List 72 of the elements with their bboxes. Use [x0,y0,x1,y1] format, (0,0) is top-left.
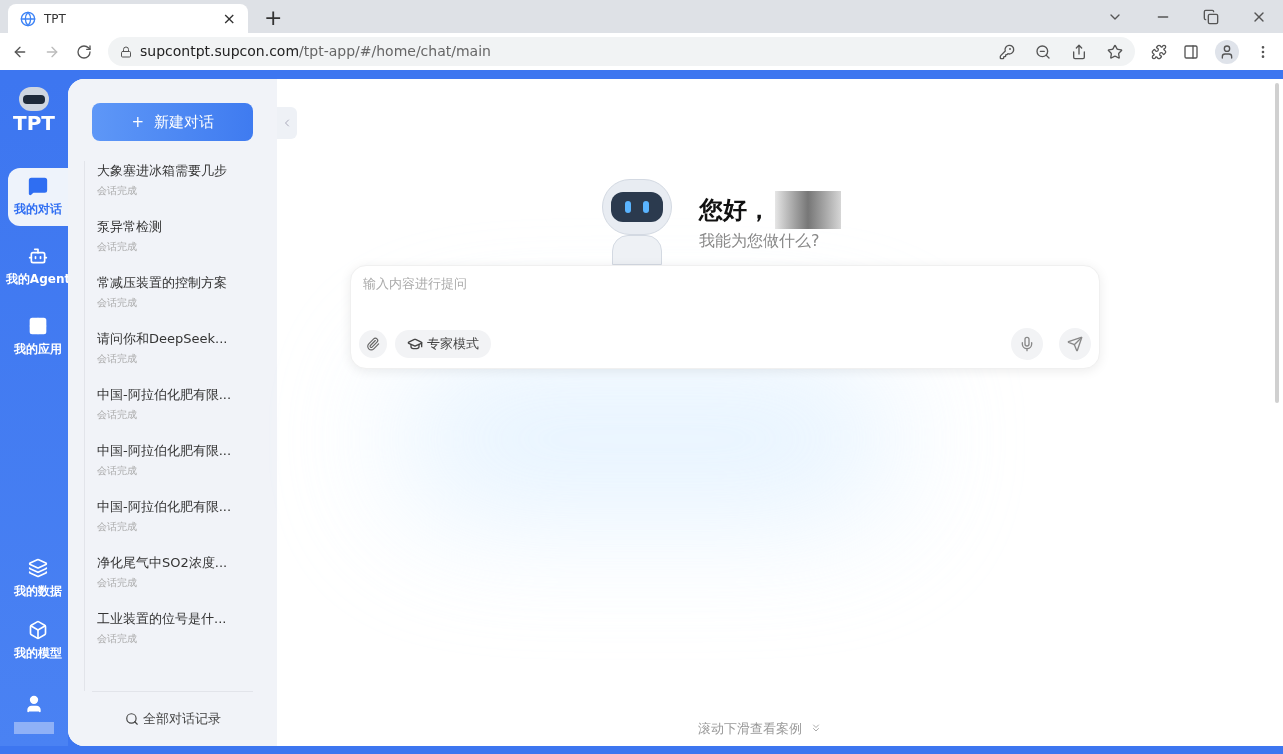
share-icon[interactable] [1071,43,1087,60]
conversation-item[interactable]: 中国-阿拉伯化肥有限... 会话完成 [97,385,277,441]
url-text: supcontpt.supcon.com/tpt-app/#/home/chat/main [140,42,492,61]
conversation-item[interactable]: 请问你和DeepSeek... 会话完成 [97,329,277,385]
nav-item[interactable]: 我的模型 [8,612,68,670]
nav-item[interactable]: 我的对话 [8,168,68,226]
microphone-button[interactable] [1011,328,1043,360]
chat-icon [28,176,48,196]
all-history-link[interactable]: 全部对话记录 [68,692,277,746]
side-panel-icon[interactable] [1183,43,1199,60]
address-bar[interactable]: supcontpt.supcon.com/tpt-app/#/home/chat/main [108,37,1135,66]
conversation-title: 中国-阿拉伯化肥有限... [97,386,233,404]
zoom-out-icon[interactable] [1035,43,1051,60]
conversation-title: 请问你和DeepSeek... [97,330,229,348]
conversation-title: 净化尾气中SO2浓度... [97,554,229,572]
new-tab-button[interactable]: + [264,7,283,29]
conversation-item[interactable]: 泵异常检测 会话完成 [97,217,277,273]
nav-item[interactable]: 我的应用 [8,308,68,366]
conversation-item[interactable]: 净化尾气中SO2浓度... 会话完成 [97,553,277,609]
browser-tab[interactable]: TPT × [8,4,248,33]
conversation-item[interactable]: 工业装置的位号是什... 会话完成 [97,609,277,665]
key-icon[interactable] [999,43,1015,60]
lock-icon [120,45,132,58]
reload-icon[interactable] [76,43,92,60]
conversation-item[interactable]: 中国-阿拉伯化肥有限... 会话完成 [97,441,277,497]
logo-text: TPT [13,111,55,136]
blurred-username [775,191,841,229]
paperclip-icon [366,337,380,351]
conversation-status: 会话完成 [97,295,138,310]
expert-mode-button[interactable]: 专家模式 [395,330,491,358]
greeting-title: 您好， [699,195,771,226]
conversation-status: 会话完成 [97,183,138,198]
conversation-item[interactable]: 大象塞进冰箱需要几步 会话完成 [97,161,277,217]
conversation-status: 会话完成 [97,407,138,422]
conversation-item[interactable]: 中国-阿拉伯化肥有限... 会话完成 [97,497,277,553]
greeting-subtitle: 我能为您做什么? [699,230,821,252]
tab-title: TPT [44,10,67,28]
question-input[interactable]: 输入内容进行提问 [359,274,1091,294]
send-icon [1067,336,1083,352]
blurred-name [14,722,54,734]
nav-item[interactable]: 我的数据 [8,550,68,608]
conversation-title: 工业装置的位号是什... [97,610,228,628]
user-icon [24,694,44,714]
microphone-icon [1019,336,1035,352]
conversation-item[interactable]: 常减压装置的控制方案 会话完成 [97,273,277,329]
tab-close[interactable]: × [222,6,236,31]
conversation-title: 中国-阿拉伯化肥有限... [97,498,233,516]
conversation-status: 会话完成 [97,239,138,254]
scroll-hint: 滚动下滑查看案例 [698,719,802,738]
conversation-status: 会话完成 [97,575,138,590]
conversation-status: 会话完成 [97,631,138,646]
conversation-status: 会话完成 [97,351,138,366]
attach-button[interactable] [359,330,387,358]
restore-icon[interactable] [1203,8,1219,25]
robot-icon [28,246,48,266]
robot-logo-icon [19,87,49,111]
conversation-status: 会话完成 [97,519,138,534]
profile-avatar[interactable] [1215,39,1239,64]
cube-icon [28,620,48,640]
conversation-status: 会话完成 [97,463,138,478]
search-icon [124,712,139,726]
conversation-title: 中国-阿拉伯化肥有限... [97,442,233,460]
conversation-title: 常减压装置的控制方案 [97,274,228,292]
nav-item[interactable]: 我的Agent [8,238,68,296]
star-icon[interactable] [1107,43,1123,60]
send-button[interactable] [1059,328,1091,360]
layers-icon [28,558,48,578]
site-icon [20,10,36,27]
conversation-title: 泵异常检测 [97,218,163,236]
extensions-icon[interactable] [1151,43,1167,60]
conversation-title: 大象塞进冰箱需要几步 [97,162,228,180]
graduation-cap-icon [407,336,423,352]
